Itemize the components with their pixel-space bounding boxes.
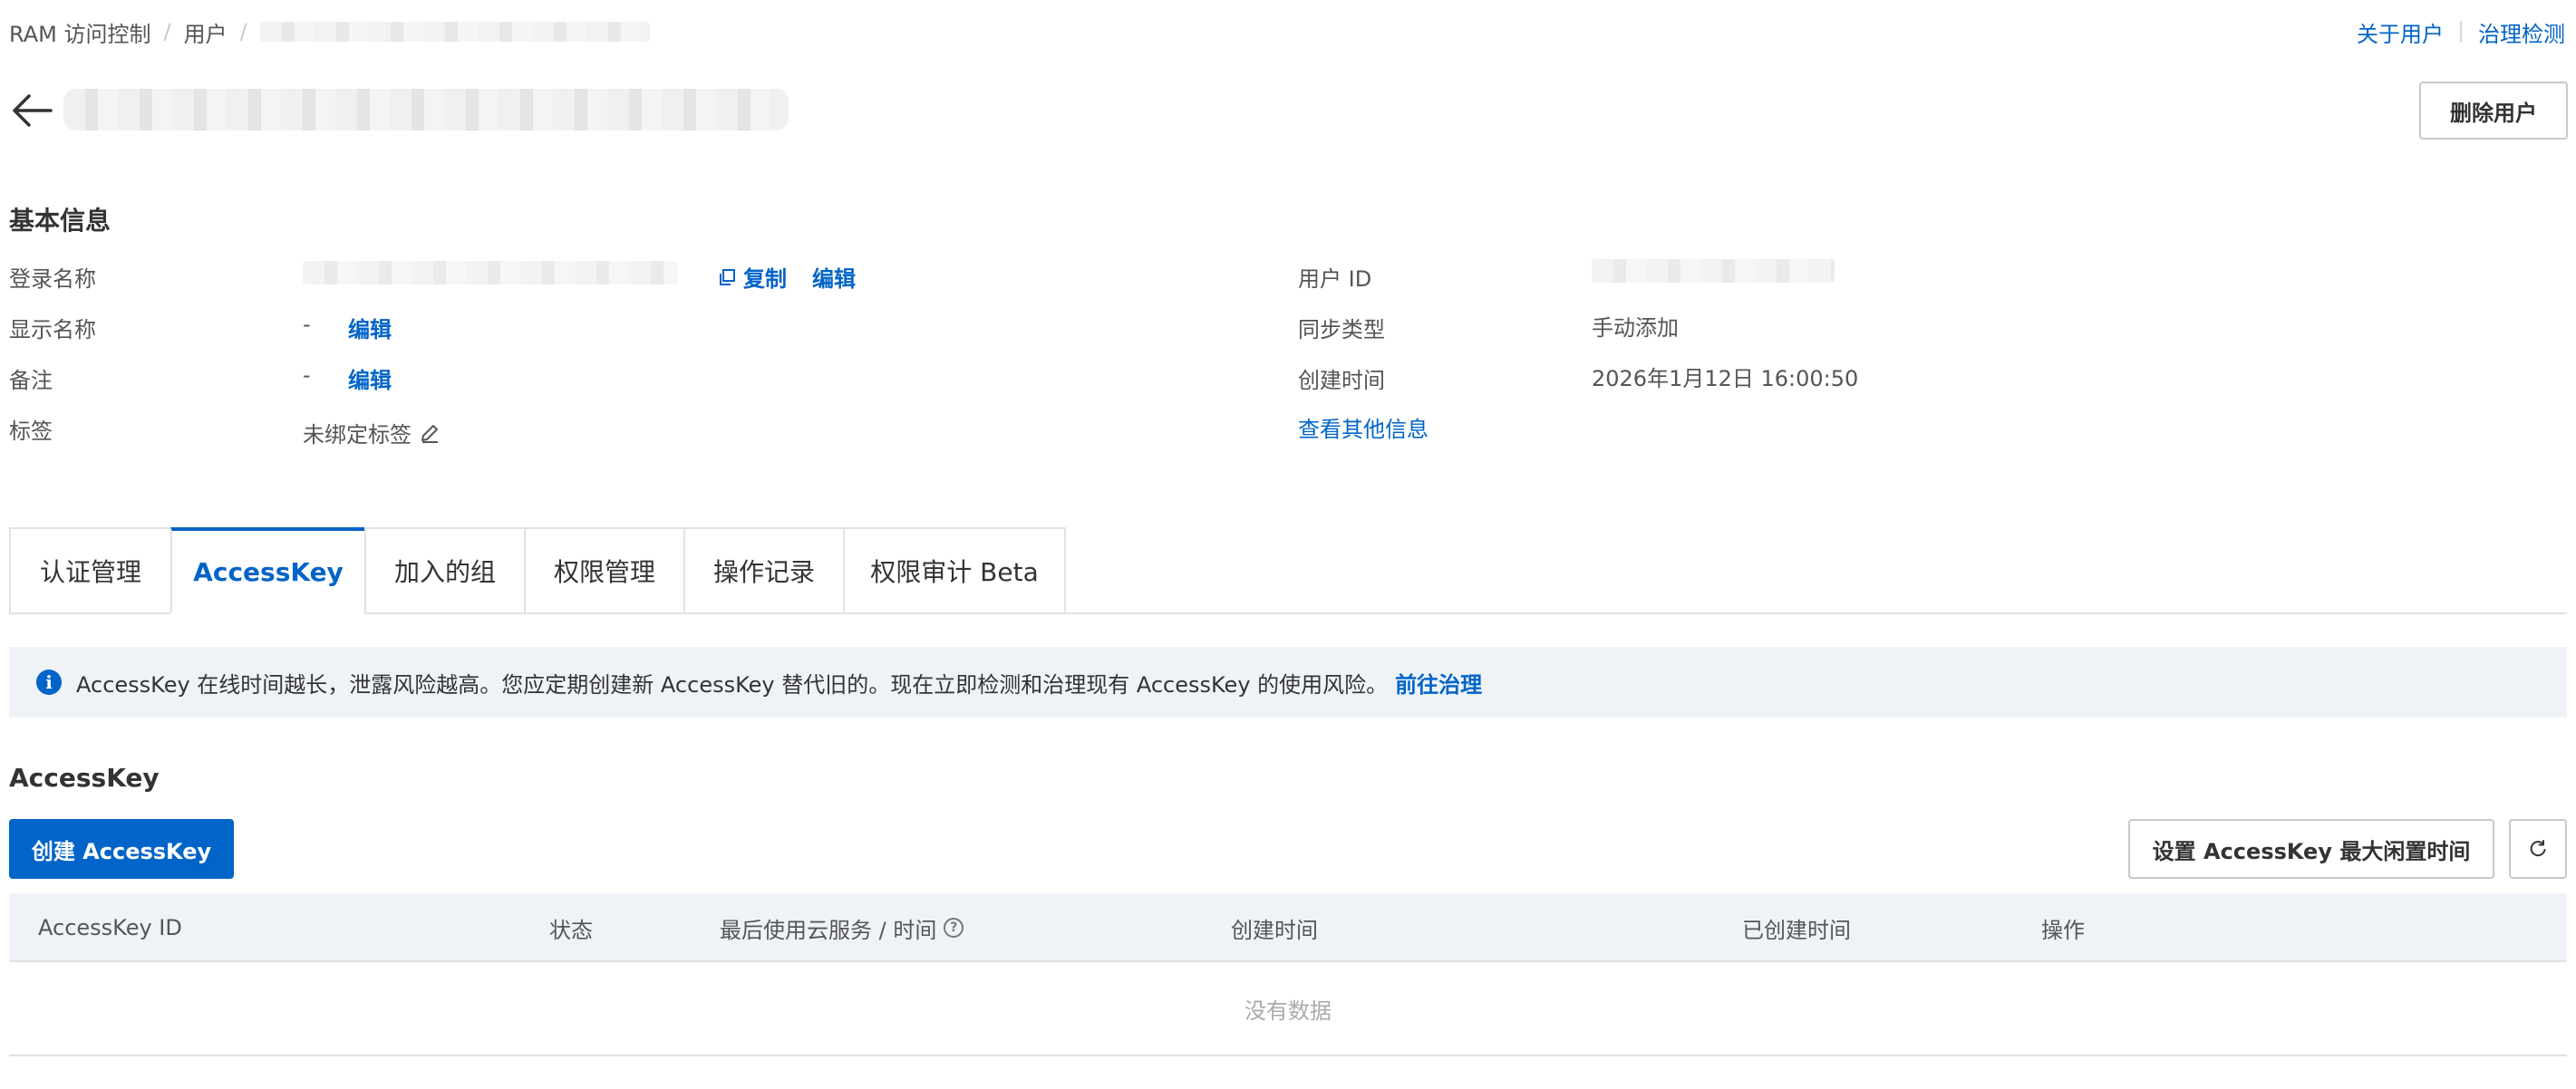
user-name-redacted — [63, 89, 789, 130]
tags-label: 标签 — [9, 419, 53, 444]
col-created-duration: 已创建时间 — [1742, 917, 1851, 943]
copy-label: 复制 — [743, 266, 787, 292]
col-last-used: 最后使用云服务 / 时间 ? — [720, 893, 964, 962]
breadcrumb-users[interactable]: 用户 — [184, 16, 228, 48]
tab-auth-management[interactable]: 认证管理 — [9, 527, 170, 614]
create-accesskey-button[interactable]: 创建 AccessKey — [9, 819, 234, 879]
breadcrumb: RAM 访问控制 / 用户 / — [9, 16, 650, 47]
col-actions: 操作 — [2041, 917, 2085, 943]
tab-permission-audit[interactable]: 权限审计 Beta — [843, 527, 1066, 614]
edit-display-name-button[interactable]: 编辑 — [348, 312, 392, 343]
accesskey-section-title: AccessKey — [9, 763, 160, 793]
copy-button[interactable]: 复制 — [718, 261, 787, 293]
col-created-time: 创建时间 — [1231, 917, 1318, 943]
tab-joined-groups[interactable]: 加入的组 — [364, 527, 524, 614]
tags-value-text: 未绑定标签 — [303, 422, 412, 448]
accesskey-table-header: AccessKey ID 状态 最后使用云服务 / 时间 ? 创建时间 已创建时… — [9, 893, 2567, 962]
copy-icon — [720, 268, 735, 285]
tags-value: 未绑定标签 — [303, 417, 441, 448]
breadcrumb-username-redacted — [259, 22, 650, 42]
tab-operation-log[interactable]: 操作记录 — [683, 527, 843, 614]
edit-login-name-button[interactable]: 编辑 — [812, 261, 856, 293]
tab-accesskey[interactable]: AccessKey — [170, 527, 364, 614]
tab-bar: 认证管理 AccessKey 加入的组 权限管理 操作记录 权限审计 Beta — [9, 527, 1066, 614]
remark-label: 备注 — [9, 368, 53, 393]
login-name-redacted — [303, 261, 678, 284]
divider — [2460, 21, 2462, 43]
remark-value: - — [303, 362, 311, 388]
set-max-idle-time-button[interactable]: 设置 AccessKey 最大闲置时间 — [2128, 819, 2494, 879]
risk-notice: i AccessKey 在线时间越长，泄露风险越高。您应定期创建新 Access… — [9, 647, 2567, 718]
display-name-value: - — [303, 312, 311, 337]
edit-tags-icon[interactable] — [419, 422, 441, 444]
about-users-link[interactable]: 关于用户 — [2357, 16, 2444, 48]
tab-permission-management[interactable]: 权限管理 — [524, 527, 683, 614]
governance-check-link[interactable]: 治理检测 — [2478, 16, 2565, 48]
delete-user-button[interactable]: 删除用户 — [2419, 82, 2568, 140]
breadcrumb-separator: / — [163, 19, 171, 44]
basic-info-title: 基本信息 — [9, 206, 111, 236]
sync-type-label: 同步类型 — [1298, 317, 1385, 342]
table-empty-state: 没有数据 — [9, 962, 2567, 1056]
created-time-value: 2026年1月12日 16:00:50 — [1592, 366, 1859, 391]
display-name-label: 显示名称 — [9, 317, 96, 342]
edit-remark-button[interactable]: 编辑 — [348, 362, 392, 394]
back-arrow-icon[interactable] — [9, 91, 53, 130]
more-info-link[interactable]: 查看其他信息 — [1298, 411, 1428, 443]
col-status: 状态 — [549, 917, 593, 943]
user-id-label: 用户 ID — [1298, 266, 1372, 292]
notice-text: AccessKey 在线时间越长，泄露风险越高。您应定期创建新 AccessKe… — [76, 671, 1389, 698]
sync-type-value: 手动添加 — [1592, 315, 1679, 341]
breadcrumb-separator: / — [239, 19, 247, 44]
go-govern-link[interactable]: 前往治理 — [1395, 667, 1482, 699]
help-icon[interactable]: ? — [944, 918, 964, 938]
login-name-label: 登录名称 — [9, 266, 96, 292]
refresh-button[interactable] — [2509, 819, 2567, 879]
refresh-icon — [2530, 840, 2546, 857]
info-icon: i — [36, 670, 62, 695]
col-last-used-label: 最后使用云服务 / 时间 — [720, 917, 937, 943]
col-accesskey-id: AccessKey ID — [38, 915, 182, 940]
user-id-redacted — [1592, 259, 1835, 283]
breadcrumb-ram[interactable]: RAM 访问控制 — [9, 16, 150, 48]
top-links: 关于用户 治理检测 — [2357, 16, 2565, 47]
created-time-label: 创建时间 — [1298, 368, 1385, 393]
